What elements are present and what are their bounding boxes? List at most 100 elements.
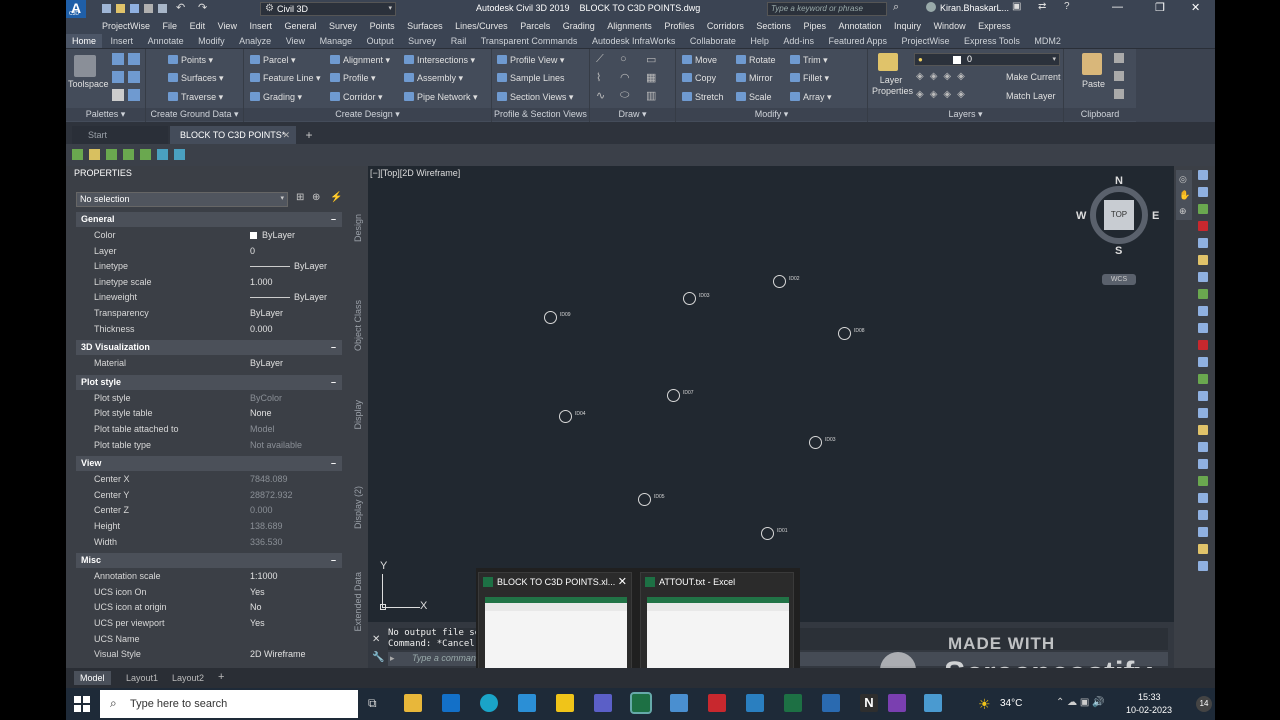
close-tab-icon[interactable]: ✕ (282, 126, 290, 144)
cogo-point[interactable] (809, 436, 822, 449)
move-button[interactable]: Move (682, 54, 717, 66)
ribbon-tab[interactable]: Output (361, 34, 400, 48)
tool-icon[interactable] (72, 149, 83, 160)
modify-label[interactable]: Modify ▾ (676, 108, 867, 121)
ribbon-tab[interactable]: Express Tools (958, 34, 1026, 48)
property-row[interactable]: UCS per viewport Yes (76, 616, 342, 631)
redo-icon[interactable]: ↷ (198, 1, 207, 14)
spline-icon[interactable]: ∿ (596, 89, 605, 102)
palette-icon[interactable] (112, 53, 124, 65)
property-row[interactable]: Center Z 0.000 (76, 503, 342, 518)
section-header[interactable]: Misc – (76, 553, 342, 569)
corridor-button[interactable]: Corridor ▾ (330, 91, 383, 103)
property-row[interactable]: Transparency ByLayer (76, 306, 342, 321)
layer-properties-icon[interactable] (878, 53, 898, 71)
sticky-notes-icon[interactable] (556, 694, 574, 712)
menu-item[interactable]: Window (934, 18, 966, 34)
hatch-icon[interactable]: ▦ (646, 71, 656, 84)
grading-button[interactable]: Grading ▾ (250, 91, 302, 103)
line-icon[interactable]: ⟋ (596, 53, 604, 66)
notification-badge[interactable]: 14 (1196, 696, 1212, 712)
tool-icon[interactable] (1198, 255, 1208, 265)
zoom-icon[interactable]: ⊕ (1179, 206, 1187, 217)
tool-icon[interactable] (1198, 561, 1208, 571)
clock-time[interactable]: 15:33 (1138, 692, 1161, 702)
clock-date[interactable]: 10-02-2023 (1126, 705, 1172, 715)
collapse-icon[interactable]: – (331, 340, 336, 355)
drawing-viewport[interactable]: [−][Top][2D Wireframe] TOP N S E W WCS I… (368, 166, 1174, 622)
toolspace-icon[interactable] (74, 55, 96, 77)
arc-icon[interactable]: ◠ (620, 71, 630, 84)
cogo-point[interactable] (838, 327, 851, 340)
ribbon-tab[interactable]: Manage (314, 34, 359, 48)
ribbon-tab[interactable]: Help (744, 34, 775, 48)
tool-icon[interactable] (1198, 289, 1208, 299)
copy-button[interactable]: Copy (682, 72, 716, 84)
property-row[interactable]: Center Y 28872.932 (76, 488, 342, 503)
excel-taskbar-icon[interactable] (630, 692, 652, 714)
palettes-label[interactable]: Palettes ▾ (66, 108, 145, 121)
menu-item[interactable]: Pipes (803, 18, 826, 34)
section-header[interactable]: General – (76, 212, 342, 227)
menu-item[interactable]: Grading (563, 18, 595, 34)
selection-dropdown[interactable]: No selection ▾ (76, 192, 288, 207)
array-button[interactable]: Array ▾ (790, 91, 832, 103)
tool-icon[interactable] (1198, 357, 1208, 367)
rotate-button[interactable]: Rotate (736, 54, 776, 66)
tool-icon[interactable] (1198, 493, 1208, 503)
new-icon[interactable] (102, 4, 111, 13)
tool-icon[interactable] (89, 149, 100, 160)
section-header[interactable]: View – (76, 456, 342, 472)
app-icon[interactable] (518, 694, 536, 712)
onenote-icon[interactable] (888, 694, 906, 712)
quick-select-icon[interactable]: ⚡ (330, 192, 342, 203)
print-icon[interactable] (158, 4, 167, 13)
feature-line-button[interactable]: Feature Line ▾ (250, 72, 321, 84)
ribbon-tab[interactable]: Rail (445, 34, 473, 48)
tool-icon[interactable] (1198, 408, 1208, 418)
tool-icon[interactable] (1198, 272, 1208, 282)
copy-base-icon[interactable] (1114, 89, 1124, 99)
tool-icon[interactable] (1198, 442, 1208, 452)
menu-item[interactable]: Alignments (607, 18, 652, 34)
tool-icon[interactable] (1198, 187, 1208, 197)
pan-icon[interactable]: ✋ (1179, 190, 1190, 201)
autocad-icon[interactable] (746, 694, 764, 712)
user-name[interactable]: Kiran.BhaskarL... (940, 3, 1009, 13)
tool-icon[interactable] (1198, 306, 1208, 316)
polyline-icon[interactable]: ⌇ (596, 71, 601, 84)
collapse-icon[interactable]: – (331, 456, 336, 471)
profile-button[interactable]: Profile ▾ (330, 72, 376, 84)
collapse-icon[interactable]: – (331, 553, 336, 568)
binoculars-icon[interactable]: ⌕ (893, 1, 899, 14)
sample-lines-button[interactable]: Sample Lines (497, 72, 565, 84)
tab-home[interactable]: Home (66, 34, 103, 48)
compass-west[interactable]: W (1076, 210, 1086, 222)
menu-item[interactable]: Survey (329, 18, 357, 34)
tool-icon[interactable] (106, 149, 117, 160)
sidetab-object-class[interactable]: Object Class (353, 300, 363, 351)
profile-view-button[interactable]: Profile View ▾ (497, 54, 564, 66)
tool-icon[interactable] (1198, 340, 1208, 350)
undo-icon[interactable]: ↶ (176, 1, 185, 14)
ribbon-tab[interactable]: Analyze (233, 34, 277, 48)
help-search-input[interactable]: Type a keyword or phrase (767, 2, 887, 16)
property-row[interactable]: Lineweight ByLayer (76, 290, 342, 305)
excel-icon[interactable] (784, 694, 802, 712)
exchange-icon[interactable]: ⇄ (1038, 1, 1046, 12)
tab-drawing[interactable]: BLOCK TO C3D POINTS* ✕ (170, 126, 296, 144)
cogo-point[interactable] (667, 389, 680, 402)
region-icon[interactable]: ▥ (646, 89, 656, 102)
property-row[interactable]: Annotation scale 1:1000 (76, 569, 342, 584)
viewport-controls[interactable]: [−][Top][2D Wireframe] (370, 168, 460, 178)
edge-icon[interactable] (480, 694, 498, 712)
menu-item[interactable]: Edit (190, 18, 206, 34)
tray-icons[interactable]: ⌃ ☁ ▣ 🔊 (1056, 697, 1105, 708)
trim-button[interactable]: Trim ▾ (790, 54, 828, 66)
property-row[interactable]: Plot table attached to Model (76, 422, 342, 437)
ribbon-tab[interactable]: Modify (192, 34, 231, 48)
maximize-button[interactable]: ❐ (1155, 1, 1165, 14)
tool-icon[interactable] (123, 149, 134, 160)
open-icon[interactable] (116, 4, 125, 13)
layer-tools-icon[interactable]: ◈◈◈◈ (916, 71, 971, 82)
